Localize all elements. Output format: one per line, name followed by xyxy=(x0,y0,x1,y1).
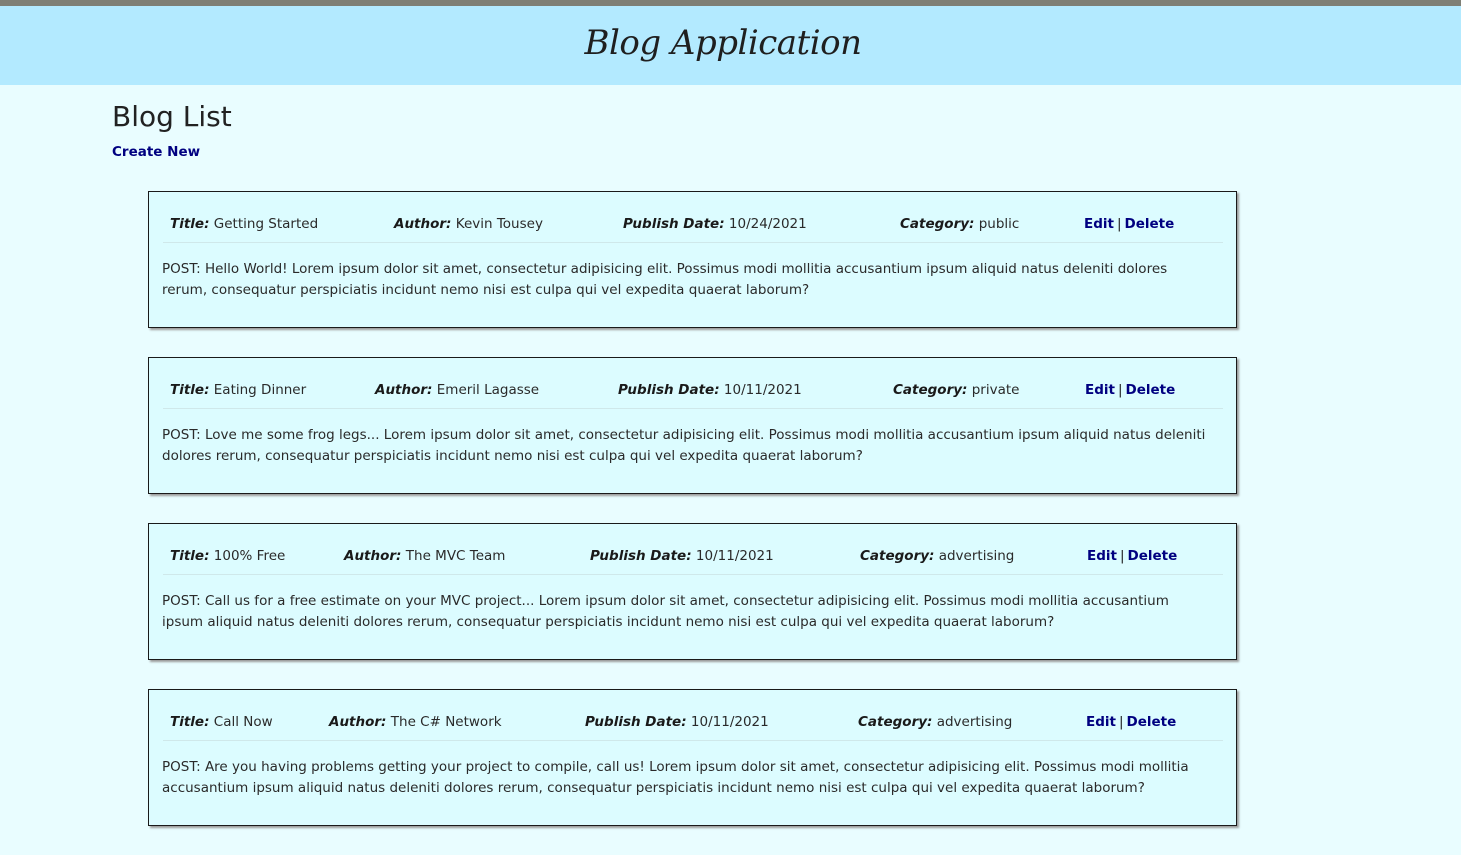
site-header: Blog Application xyxy=(0,6,1461,85)
post-meta-row: Title: Getting Started Author: Kevin Tou… xyxy=(163,216,1223,243)
post-author-field: Author: The MVC Team xyxy=(344,548,505,565)
title-label: Title: xyxy=(170,548,210,564)
post-title: Getting Started xyxy=(213,216,319,232)
post-author-field: Author: The C# Network xyxy=(329,714,502,731)
post-actions: Edit | Delete xyxy=(1086,714,1176,731)
post-body: POST: Are you having problems getting yo… xyxy=(162,759,1189,796)
author-label: Author: xyxy=(329,714,387,730)
author-label: Author: xyxy=(344,548,402,564)
action-separator: | xyxy=(1117,382,1123,398)
post-date-field: Publish Date: 10/11/2021 xyxy=(618,382,802,399)
edit-link[interactable]: Edit xyxy=(1085,382,1115,398)
post-date-field: Publish Date: 10/11/2021 xyxy=(590,548,774,565)
post-meta-row: Title: Eating Dinner Author: Emeril Laga… xyxy=(163,382,1223,409)
delete-link[interactable]: Delete xyxy=(1125,216,1175,232)
post-title-field: Title: 100% Free xyxy=(170,548,285,565)
site-title: Blog Application xyxy=(584,23,862,63)
title-label: Title: xyxy=(170,216,210,232)
post-category-field: Category: private xyxy=(893,382,1019,399)
post-meta-row: Title: 100% Free Author: The MVC Team Pu… xyxy=(163,548,1223,575)
publish-date-label: Publish Date: xyxy=(590,548,692,564)
action-separator: | xyxy=(1118,714,1124,730)
post-title-field: Title: Getting Started xyxy=(170,216,318,233)
author-label: Author: xyxy=(394,216,452,232)
post-actions: Edit | Delete xyxy=(1085,382,1175,399)
post-card: Title: Getting Started Author: Kevin Tou… xyxy=(148,191,1237,328)
post-card: Title: 100% Free Author: The MVC Team Pu… xyxy=(148,523,1237,660)
post-author-field: Author: Emeril Lagasse xyxy=(375,382,539,399)
post-title: Eating Dinner xyxy=(213,382,307,398)
post-publish-date: 10/11/2021 xyxy=(690,714,769,730)
post-category-field: Category: public xyxy=(900,216,1019,233)
post-title: Call Now xyxy=(213,714,273,730)
post-card: Title: Call Now Author: The C# Network P… xyxy=(148,689,1237,826)
delete-link[interactable]: Delete xyxy=(1127,714,1177,730)
author-label: Author: xyxy=(375,382,433,398)
post-actions: Edit | Delete xyxy=(1084,216,1174,233)
delete-link[interactable]: Delete xyxy=(1128,548,1178,564)
post-title-field: Title: Call Now xyxy=(170,714,273,731)
page-title: Blog List xyxy=(112,100,232,133)
post-category: public xyxy=(978,216,1020,232)
post-category: advertising xyxy=(936,714,1013,730)
edit-link[interactable]: Edit xyxy=(1087,548,1117,564)
post-title-field: Title: Eating Dinner xyxy=(170,382,306,399)
create-new-link[interactable]: Create New xyxy=(112,144,200,160)
post-actions: Edit | Delete xyxy=(1087,548,1177,565)
post-publish-date: 10/11/2021 xyxy=(695,548,774,564)
edit-link[interactable]: Edit xyxy=(1084,216,1114,232)
post-author: The C# Network xyxy=(390,714,502,730)
post-publish-date: 10/24/2021 xyxy=(728,216,807,232)
post-author-field: Author: Kevin Tousey xyxy=(394,216,543,233)
post-category-field: Category: advertising xyxy=(860,548,1014,565)
post-card: Title: Eating Dinner Author: Emeril Laga… xyxy=(148,357,1237,494)
post-author: Emeril Lagasse xyxy=(436,382,540,398)
post-publish-date: 10/11/2021 xyxy=(723,382,802,398)
edit-link[interactable]: Edit xyxy=(1086,714,1116,730)
category-label: Category: xyxy=(900,216,975,232)
post-title: 100% Free xyxy=(213,548,286,564)
post-author: Kevin Tousey xyxy=(455,216,543,232)
category-label: Category: xyxy=(858,714,933,730)
title-label: Title: xyxy=(170,382,210,398)
publish-date-label: Publish Date: xyxy=(585,714,687,730)
post-category-field: Category: advertising xyxy=(858,714,1012,731)
post-category: advertising xyxy=(938,548,1015,564)
title-label: Title: xyxy=(170,714,210,730)
publish-date-label: Publish Date: xyxy=(618,382,720,398)
publish-date-label: Publish Date: xyxy=(623,216,725,232)
post-meta-row: Title: Call Now Author: The C# Network P… xyxy=(163,714,1223,741)
post-list: Title: Getting Started Author: Kevin Tou… xyxy=(148,191,1237,855)
post-body: POST: Call us for a free estimate on you… xyxy=(162,593,1169,630)
category-label: Category: xyxy=(860,548,935,564)
action-separator: | xyxy=(1119,548,1125,564)
category-label: Category: xyxy=(893,382,968,398)
delete-link[interactable]: Delete xyxy=(1126,382,1176,398)
action-separator: | xyxy=(1116,216,1122,232)
post-author: The MVC Team xyxy=(405,548,506,564)
post-date-field: Publish Date: 10/11/2021 xyxy=(585,714,769,731)
post-body: POST: Hello World! Lorem ipsum dolor sit… xyxy=(162,261,1168,298)
post-category: private xyxy=(971,382,1020,398)
post-body: POST: Love me some frog legs... Lorem ip… xyxy=(162,427,1206,464)
post-date-field: Publish Date: 10/24/2021 xyxy=(623,216,807,233)
